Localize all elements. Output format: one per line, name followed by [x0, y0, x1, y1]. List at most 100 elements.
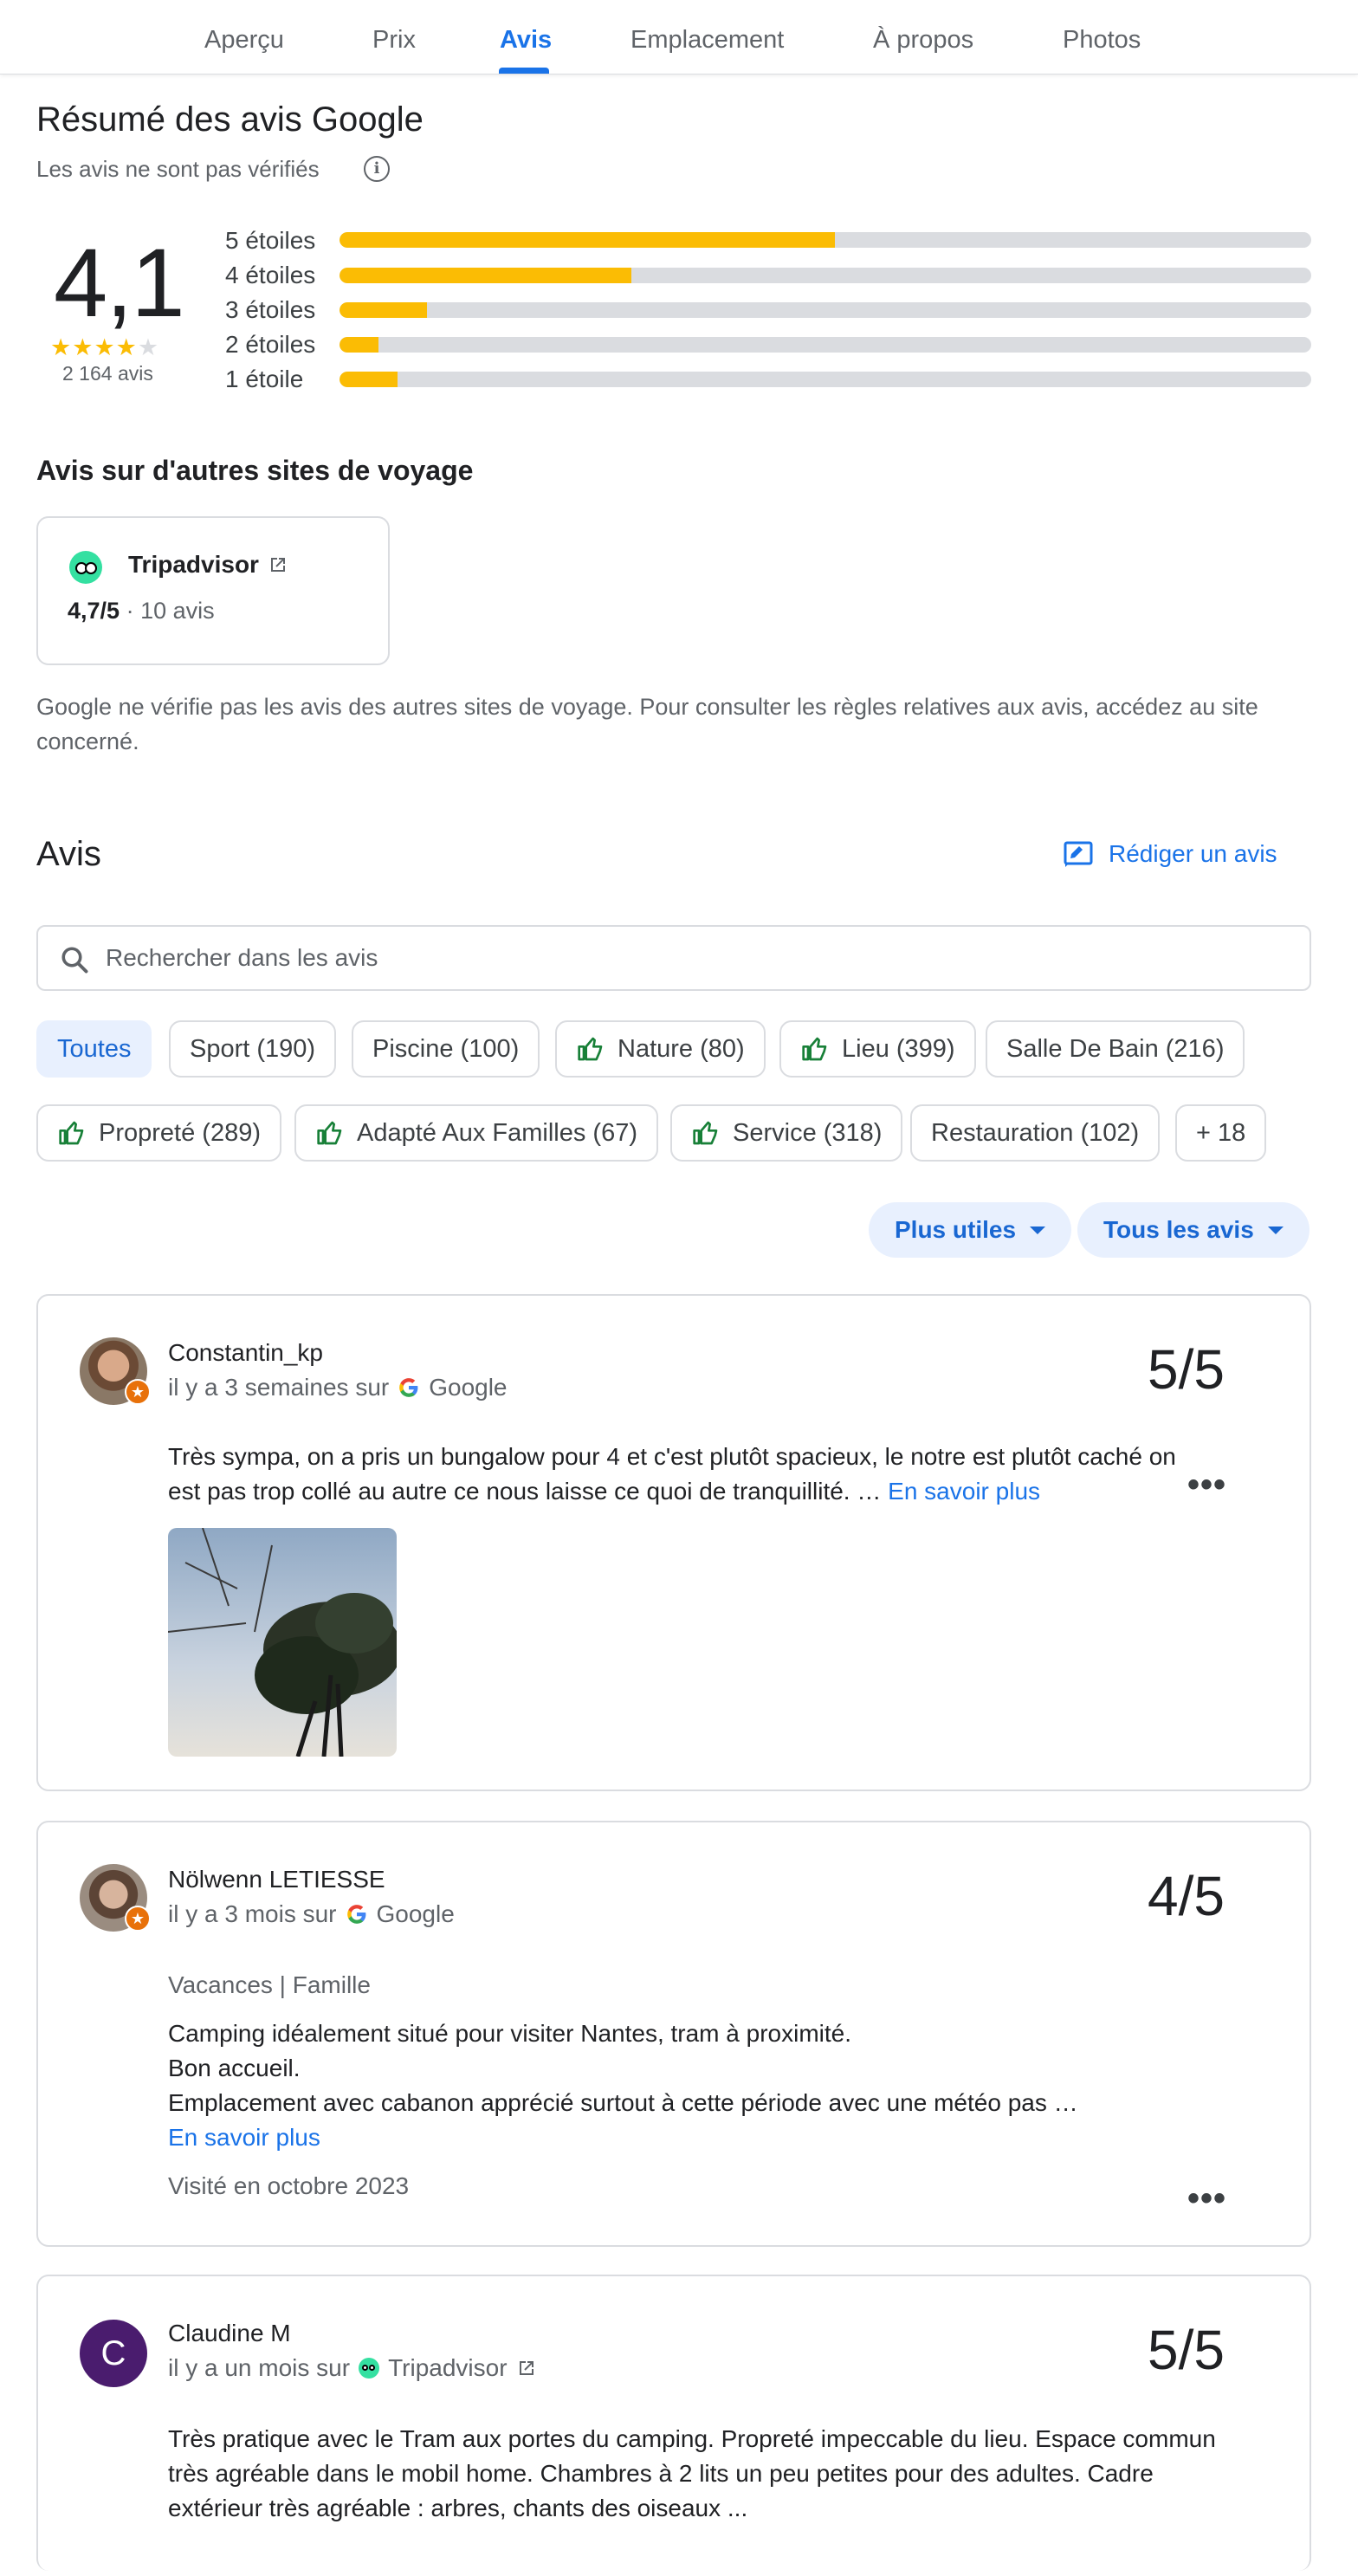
- tab-about[interactable]: À propos: [873, 26, 973, 55]
- review-date: il y a un mois sur: [168, 2354, 351, 2381]
- trip-type: Vacances | Famille: [168, 1971, 371, 1998]
- star-icon: ★: [72, 334, 94, 360]
- review-score: 5/5: [1148, 1338, 1225, 1401]
- visit-date: Visité en octobre 2023: [168, 2172, 410, 2199]
- summary-title: Résumé des avis Google: [36, 100, 424, 139]
- review-meta: il y a 3 mois sur Google: [168, 1900, 455, 1928]
- local-guide-badge-icon: ★: [125, 1906, 151, 1932]
- reviewer-name[interactable]: Constantin_kp: [168, 1339, 323, 1367]
- chip-label: Salle De Bain (216): [1006, 1034, 1225, 1063]
- average-rating: 4,1: [54, 229, 185, 337]
- review-meta: il y a 3 semaines sur Google: [168, 1374, 508, 1401]
- chip-label: Restauration (102): [931, 1118, 1140, 1147]
- review-search: [36, 925, 1311, 991]
- active-tab-indicator: [499, 68, 549, 74]
- tripadvisor-name-row: Tripadvisor: [128, 551, 288, 579]
- bar-track[interactable]: [340, 337, 1311, 353]
- chip-nature[interactable]: Nature (80): [555, 1020, 766, 1078]
- bar-fill: [340, 268, 631, 283]
- chip-label: Sport (190): [190, 1034, 316, 1063]
- chip-label: Nature (80): [618, 1034, 745, 1063]
- bar-fill: [340, 232, 836, 248]
- review-line: Camping idéalement situé pour visiter Na…: [168, 2020, 852, 2047]
- chip-bathroom[interactable]: Salle De Bain (216): [986, 1020, 1245, 1078]
- filter-button[interactable]: Tous les avis: [1077, 1202, 1310, 1258]
- star-icon: ★: [94, 334, 116, 360]
- reviewer-name[interactable]: Nölwenn LETIESSE: [168, 1866, 385, 1893]
- chip-label: Adapté Aux Familles (67): [357, 1118, 637, 1147]
- local-guide-badge-icon: ★: [125, 1379, 151, 1405]
- tab-location[interactable]: Emplacement: [630, 26, 784, 55]
- review-meta: il y a un mois sur Tripadvisor: [168, 2354, 537, 2382]
- star-icon: ★: [115, 334, 138, 360]
- chip-cleanliness[interactable]: Propreté (289): [36, 1104, 281, 1162]
- tripadvisor-logo-icon: [359, 2358, 380, 2379]
- review-text: Très pratique avec le Tram aux portes du…: [168, 2425, 1216, 2521]
- review-text: Camping idéalement situé pour visiter Na…: [168, 2016, 1207, 2155]
- star-rating: ★★★★★: [50, 334, 159, 361]
- avatar[interactable]: C: [80, 2320, 147, 2387]
- bar-fill: [340, 302, 427, 318]
- tab-reviews[interactable]: Avis: [500, 26, 552, 55]
- star-empty-icon: ★: [137, 334, 160, 360]
- read-more-link[interactable]: En savoir plus: [168, 2120, 1207, 2155]
- chip-place[interactable]: Lieu (399): [779, 1020, 976, 1078]
- chip-label: Lieu (399): [842, 1034, 955, 1063]
- bar-track[interactable]: [340, 232, 1311, 248]
- google-logo-icon: [346, 1905, 365, 1924]
- chip-all[interactable]: Toutes: [36, 1020, 152, 1078]
- more-options-icon[interactable]: •••: [1187, 2179, 1226, 2218]
- separator: ·: [126, 598, 134, 624]
- bar-track[interactable]: [340, 268, 1311, 283]
- sort-button[interactable]: Plus utiles: [869, 1202, 1072, 1258]
- tab-prices[interactable]: Prix: [372, 26, 416, 55]
- google-logo-icon: [399, 1378, 418, 1397]
- review-source: Google: [429, 1374, 508, 1401]
- review-date: il y a 3 semaines sur: [168, 1374, 390, 1401]
- bar-track[interactable]: [340, 372, 1311, 387]
- tripadvisor-logo-icon: [69, 551, 102, 584]
- tripadvisor-rating: 4,7/5: [68, 598, 120, 624]
- tab-photos[interactable]: Photos: [1063, 26, 1141, 55]
- reviewer-name[interactable]: Claudine M: [168, 2320, 291, 2347]
- review-score: 5/5: [1148, 2319, 1225, 2381]
- read-more-link[interactable]: En savoir plus: [888, 1478, 1040, 1505]
- thumb-up-icon: [578, 1037, 603, 1061]
- tripadvisor-count: 10 avis: [140, 598, 215, 624]
- write-review-icon: [1064, 841, 1093, 867]
- review-date: il y a 3 mois sur: [168, 1900, 337, 1927]
- review-card: C Claudine M il y a un mois sur Tripadvi…: [36, 2275, 1311, 2571]
- search-input[interactable]: [106, 939, 1284, 977]
- review-line: Bon accueil.: [168, 2055, 301, 2081]
- tripadvisor-name: Tripadvisor: [128, 551, 259, 578]
- chip-service[interactable]: Service (318): [670, 1104, 903, 1162]
- more-options-icon[interactable]: •••: [1187, 1466, 1226, 1505]
- star-icon: ★: [50, 334, 73, 360]
- tab-bar: Aperçu Prix Avis Emplacement À propos Ph…: [0, 0, 1358, 74]
- review-count: 2 164 avis: [62, 362, 153, 385]
- thumb-up-icon: [317, 1121, 342, 1145]
- review-source: Google: [376, 1900, 455, 1927]
- bar-label: 3 étoiles: [225, 296, 316, 323]
- other-sites-title: Avis sur d'autres sites de voyage: [36, 455, 474, 486]
- bar-label: 4 étoiles: [225, 262, 316, 288]
- info-icon[interactable]: i: [364, 156, 390, 182]
- chip-family[interactable]: Adapté Aux Familles (67): [294, 1104, 658, 1162]
- write-review-button[interactable]: Rédiger un avis: [1064, 840, 1277, 868]
- external-link-icon[interactable]: [516, 2358, 537, 2379]
- chip-restaurant[interactable]: Restauration (102): [910, 1104, 1161, 1162]
- chip-more[interactable]: + 18: [1175, 1104, 1267, 1162]
- review-photo[interactable]: [168, 1528, 397, 1757]
- unverified-notice: Les avis ne sont pas vérifiés: [36, 156, 320, 182]
- tripadvisor-card[interactable]: Tripadvisor 4,7/5 · 10 avis: [36, 516, 390, 665]
- chip-pool[interactable]: Piscine (100): [352, 1020, 540, 1078]
- tab-overview[interactable]: Aperçu: [204, 26, 284, 55]
- bar-label: 1 étoile: [225, 366, 304, 392]
- bar-fill: [340, 337, 378, 353]
- review-card: ★ Constantin_kp il y a 3 semaines sur Go…: [36, 1294, 1311, 1791]
- reviews-title: Avis: [36, 835, 101, 873]
- bar-track[interactable]: [340, 302, 1311, 318]
- bar-fill: [340, 372, 398, 387]
- review-text: Très sympa, on a pris un bungalow pour 4…: [168, 1440, 1207, 1509]
- chip-sport[interactable]: Sport (190): [169, 1020, 337, 1078]
